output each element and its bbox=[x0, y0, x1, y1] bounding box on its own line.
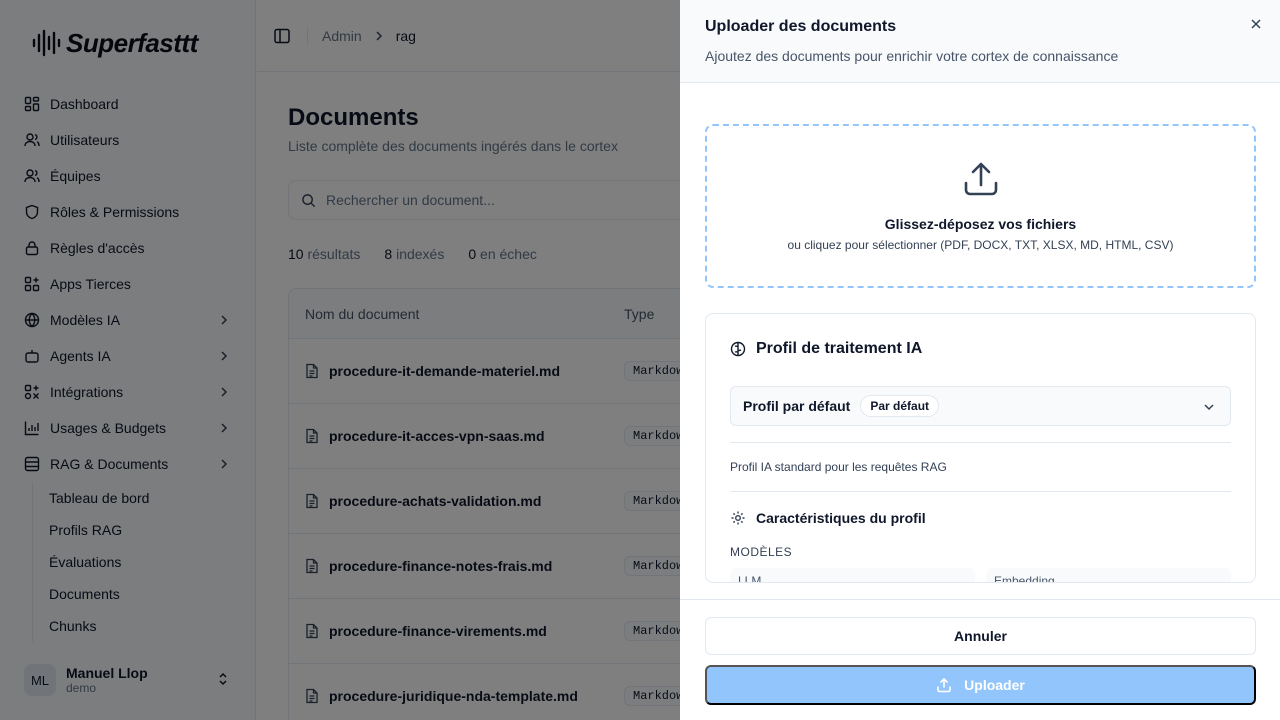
divider bbox=[730, 491, 1231, 492]
cancel-button[interactable]: Annuler bbox=[705, 617, 1256, 655]
upload-icon bbox=[937, 678, 951, 693]
gear-icon bbox=[731, 511, 745, 525]
profile-card-title: Profil de traitement IA bbox=[756, 340, 923, 357]
llm-model-box: LLM bbox=[730, 568, 975, 582]
features-heading: Caractéristiques du profil bbox=[730, 510, 926, 526]
dropzone-title: Glissez-déposez vos fichiers bbox=[884, 216, 1077, 232]
divider bbox=[730, 442, 1231, 443]
profile-select-value: Profil par défaut bbox=[743, 398, 851, 414]
profile-description: Profil IA standard pour les requêtes RAG bbox=[730, 460, 947, 474]
brain-icon bbox=[730, 341, 746, 357]
models-section-label: MODÈLES bbox=[730, 545, 793, 559]
sheet-title: Uploader des documents bbox=[705, 18, 897, 35]
embedding-model-box: Embedding bbox=[986, 568, 1231, 582]
sheet-description: Ajoutez des documents pour enrichir votr… bbox=[705, 48, 1119, 64]
upload-button[interactable]: Uploader bbox=[705, 665, 1256, 705]
upload-button-label: Uploader bbox=[964, 677, 1025, 693]
chevron-down-icon bbox=[1204, 404, 1214, 411]
sheet-footer: Annuler Uploader bbox=[680, 599, 1280, 720]
dropzone-subtitle: ou cliquez pour sélectionner (PDF, DOCX,… bbox=[787, 238, 1174, 252]
features-title: Caractéristiques du profil bbox=[756, 510, 926, 526]
profile-card-heading: Profil de traitement IA bbox=[730, 340, 922, 358]
profile-card: Profil de traitement IA Profil par défau… bbox=[705, 313, 1256, 583]
upload-sheet: Uploader des documents Ajoutez des docum… bbox=[680, 0, 1280, 720]
close-icon[interactable] bbox=[1248, 16, 1264, 32]
default-badge: Par défaut bbox=[860, 395, 940, 417]
upload-icon bbox=[964, 162, 997, 196]
file-dropzone[interactable]: Glissez-déposez vos fichiers ou cliquez … bbox=[705, 124, 1256, 288]
sheet-header: Uploader des documents Ajoutez des docum… bbox=[680, 0, 1280, 83]
profile-select[interactable]: Profil par défaut Par défaut bbox=[730, 386, 1231, 426]
